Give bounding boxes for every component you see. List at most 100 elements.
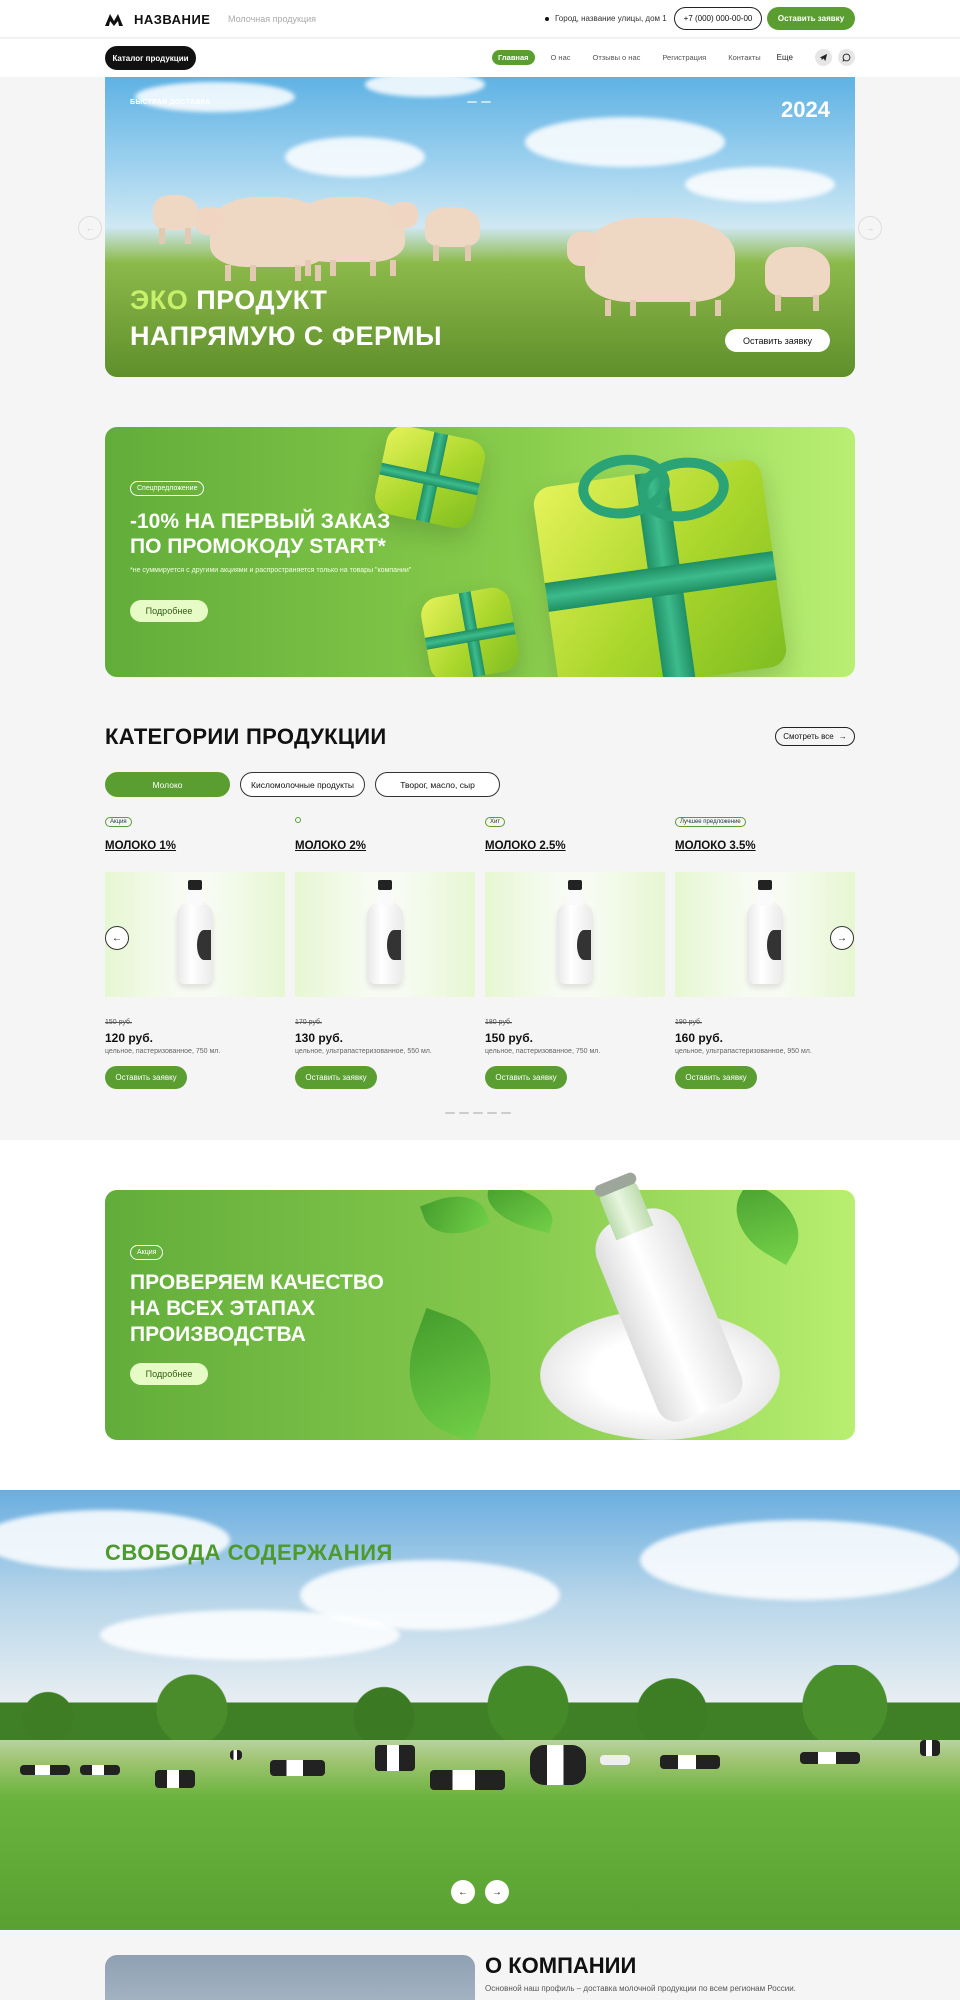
hero-next-arrow[interactable]: → <box>858 216 882 240</box>
order-button-header[interactable]: Оставить заявку <box>767 7 855 30</box>
product-price: 160 руб. <box>675 1031 723 1045</box>
brand-tagline: Молочная продукция <box>228 14 317 24</box>
product-name[interactable]: МОЛОКО 2.5% <box>485 840 566 852</box>
hero-title-rest: ПРОДУКТ <box>188 285 328 315</box>
freedom-section: СВОБОДА СОДЕРЖАНИЯ ← → <box>0 1490 960 1930</box>
product-image[interactable] <box>675 872 855 997</box>
product-list: Акция МОЛОКО 1% 150 руб. 120 руб. цельно… <box>105 817 855 1097</box>
nav-link-about[interactable]: О нас <box>545 50 577 65</box>
product-description: цельное, ультрапастеризованное, 950 мл. <box>675 1048 812 1055</box>
about-image <box>105 1955 475 2000</box>
promo-title-line1: -10% НА ПЕРВЫЙ ЗАКАЗ <box>130 510 391 533</box>
gift-image <box>531 449 789 677</box>
milk-bottle-image <box>177 880 213 988</box>
phone-button[interactable]: +7 (000) 000-00-00 <box>674 7 762 30</box>
categories-title: КАТЕГОРИИ ПРОДУКЦИИ <box>105 724 387 749</box>
cow-image <box>295 197 418 276</box>
product-order-button[interactable]: Оставить заявку <box>105 1066 187 1089</box>
cloud <box>685 167 835 202</box>
product-card[interactable]: Хит МОЛОКО 2.5% 180 руб. 150 руб. цельно… <box>485 817 665 1097</box>
product-card[interactable]: Акция МОЛОКО 1% 150 руб. 120 руб. цельно… <box>105 817 285 1097</box>
brand-name[interactable]: НАЗВАНИЕ <box>134 12 210 27</box>
hero-tag: БЫСТРАЯ ДОСТАВКА <box>130 99 211 106</box>
cow-image <box>530 1745 586 1785</box>
leaf-image <box>388 1307 512 1440</box>
cow-image <box>375 1745 415 1771</box>
cow-image <box>600 1755 630 1765</box>
product-description: цельное, ультрапастеризованное, 550 мл. <box>295 1048 432 1055</box>
product-badge: Лучшее предложение <box>675 817 746 827</box>
about-title: О КОМПАНИИ <box>485 1953 637 1978</box>
category-tabs: Молоко Кисломолочные продукты Творог, ма… <box>105 772 500 797</box>
promo-title-line3: ПРОИЗВОДСТВА <box>130 1323 306 1346</box>
hero-pagination[interactable] <box>467 101 491 103</box>
product-name[interactable]: МОЛОКО 3.5% <box>675 840 756 852</box>
product-old-price: 180 руб. <box>485 1019 512 1026</box>
nav-links: Главная О нас Отзывы о нас Регистрация К… <box>492 50 793 65</box>
products-next-arrow[interactable]: → <box>830 926 854 950</box>
telegram-icon[interactable] <box>815 49 832 66</box>
product-name[interactable]: МОЛОКО 1% <box>105 840 176 852</box>
cloud <box>285 137 425 177</box>
cow-image <box>430 1770 505 1790</box>
nav-link-home[interactable]: Главная <box>492 50 535 65</box>
product-name[interactable]: МОЛОКО 2% <box>295 840 366 852</box>
promo-more-button[interactable]: Подробнее <box>130 1363 208 1385</box>
see-all-button[interactable]: Смотреть все → <box>775 727 855 746</box>
product-description: цельное, пастеризованное, 750 мл. <box>105 1048 221 1055</box>
cow-image <box>230 1750 242 1760</box>
product-image[interactable] <box>485 872 665 997</box>
product-old-price: 170 руб. <box>295 1019 322 1026</box>
product-price: 130 руб. <box>295 1031 343 1045</box>
tab-fermented[interactable]: Кисломолочные продукты <box>240 772 365 797</box>
gift-image <box>418 584 522 677</box>
product-image[interactable] <box>295 872 475 997</box>
product-badge: Акция <box>105 817 132 827</box>
catalog-button[interactable]: Каталог продукции <box>105 46 196 70</box>
hero-title: ЭКО ПРОДУКТ НАПРЯМУЮ С ФЕРМЫ <box>130 282 442 354</box>
products-prev-arrow[interactable]: ← <box>105 926 129 950</box>
tab-milk[interactable]: Молоко <box>105 772 230 797</box>
whatsapp-icon[interactable] <box>838 49 855 66</box>
tab-cottage-butter-cheese[interactable]: Творог, масло, сыр <box>375 772 500 797</box>
product-order-button[interactable]: Оставить заявку <box>485 1066 567 1089</box>
product-card[interactable]: Лучшее предложение МОЛОКО 3.5% 190 руб. … <box>675 817 855 1097</box>
products-pagination[interactable] <box>445 1112 511 1114</box>
promo-more-button[interactable]: Подробнее <box>130 600 208 622</box>
cow-image <box>920 1740 940 1756</box>
cloud <box>100 1610 400 1660</box>
product-description: цельное, пастеризованное, 750 мл. <box>485 1048 601 1055</box>
cow-image <box>270 1760 325 1776</box>
cloud <box>135 82 295 112</box>
leaf-image <box>419 1190 491 1245</box>
see-all-label: Смотреть все <box>783 732 834 741</box>
product-order-button[interactable]: Оставить заявку <box>675 1066 757 1089</box>
milk-bottle-image <box>557 880 593 988</box>
cloud <box>365 77 485 97</box>
freedom-prev-arrow[interactable]: ← <box>451 1880 475 1904</box>
product-order-button[interactable]: Оставить заявку <box>295 1066 377 1089</box>
promo-banner-discount: Спецпредложение -10% НА ПЕРВЫЙ ЗАКАЗ ПО … <box>105 427 855 677</box>
product-badge-dot <box>295 817 301 823</box>
milk-bottle-image <box>367 880 403 988</box>
hero-order-button[interactable]: Оставить заявку <box>725 329 830 352</box>
cow-image <box>153 195 198 244</box>
nav-more[interactable]: Еще <box>777 53 793 62</box>
nav-link-reviews[interactable]: Отзывы о нас <box>587 50 647 65</box>
product-card[interactable]: МОЛОКО 2% 170 руб. 130 руб. цельное, уль… <box>295 817 475 1097</box>
nav-link-contacts[interactable]: Контакты <box>722 50 766 65</box>
promo-title-line2: ПО ПРОМОКОДУ START* <box>130 535 386 558</box>
main-nav: Каталог продукции Главная О нас Отзывы о… <box>0 39 960 77</box>
product-old-price: 190 руб. <box>675 1019 702 1026</box>
product-price: 120 руб. <box>105 1031 153 1045</box>
promo-title: ПРОВЕРЯЕМ КАЧЕСТВО НА ВСЕХ ЭТАПАХ ПРОИЗВ… <box>130 1270 384 1348</box>
promo-title-line2: НА ВСЕХ ЭТАПАХ <box>130 1297 316 1320</box>
product-image[interactable] <box>105 872 285 997</box>
logo-icon[interactable] <box>105 12 123 26</box>
cow-image <box>800 1752 860 1764</box>
cloud <box>640 1520 960 1600</box>
hero-prev-arrow[interactable]: ← <box>78 216 102 240</box>
milk-bottle-image <box>747 880 783 988</box>
nav-link-registration[interactable]: Регистрация <box>656 50 712 65</box>
freedom-next-arrow[interactable]: → <box>485 1880 509 1904</box>
